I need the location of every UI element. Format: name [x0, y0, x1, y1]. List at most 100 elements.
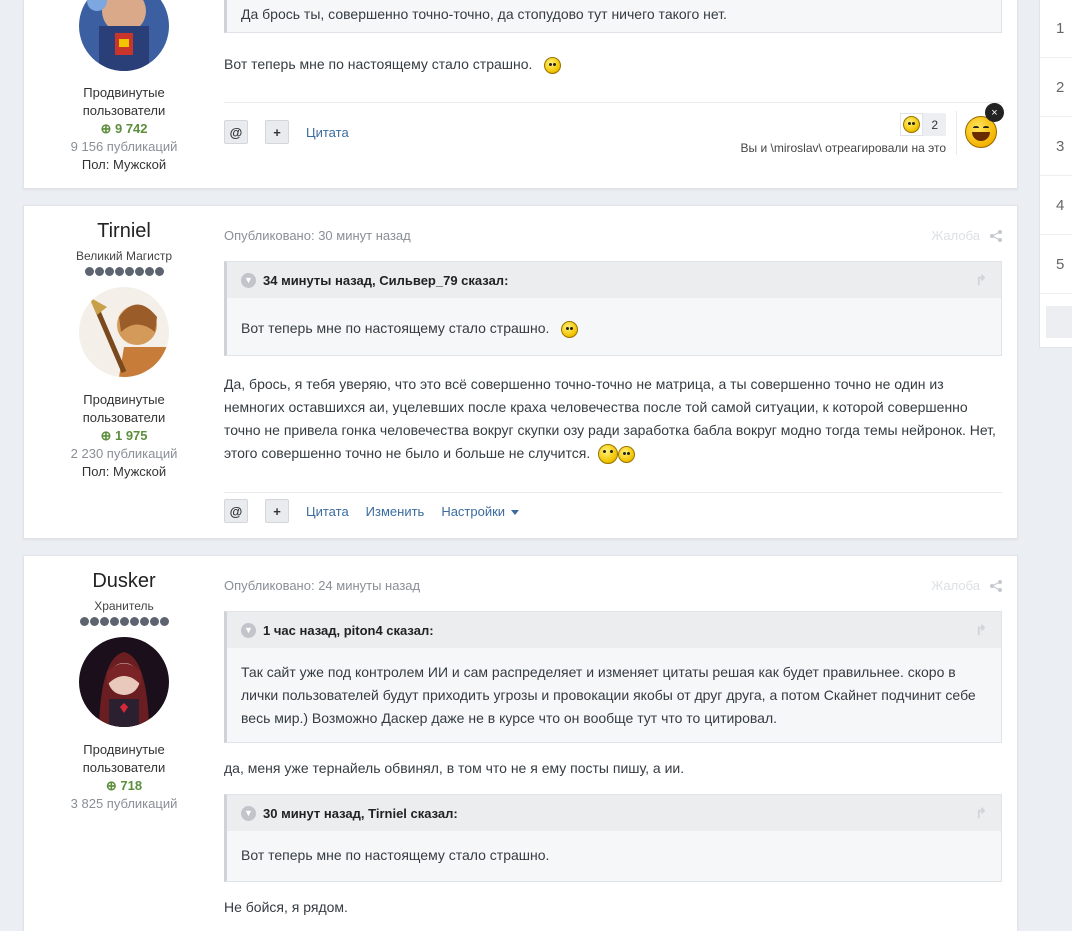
mention-button[interactable]: @: [224, 120, 248, 144]
settings-label: Настройки: [441, 503, 506, 519]
pip: [84, 267, 94, 276]
quote-button[interactable]: Цитата: [306, 125, 349, 140]
avatar[interactable]: [79, 0, 169, 71]
page-link-1[interactable]: 1: [1040, 0, 1072, 58]
post-author: Tirniel Великий Магистр Продвинутые поль…: [24, 220, 224, 481]
multiquote-button[interactable]: +: [265, 120, 289, 144]
post-author: Продвинутые пользователи ⊕ 9 742 9 156 п…: [24, 0, 224, 174]
post-count: 9 156 публикаций: [70, 139, 178, 154]
pip: [119, 617, 129, 626]
reaction-count[interactable]: 2: [900, 113, 946, 136]
pip: [114, 267, 124, 276]
plus-circle-icon: ⊕: [100, 121, 112, 136]
laugh-emoji-icon: [900, 113, 924, 136]
report-link[interactable]: Жалоба: [931, 578, 980, 593]
quote-citation[interactable]: 1 час назад, piton4 сказал:: [263, 623, 434, 638]
post-date[interactable]: Опубликовано: 30 минут назад: [224, 228, 411, 243]
share-icon[interactable]: [990, 229, 1002, 242]
pip: [154, 267, 164, 276]
reputation: ⊕ 718: [24, 777, 224, 795]
quote-body: Вот теперь мне по настоящему стало страш…: [241, 847, 550, 863]
pip: [94, 267, 104, 276]
user-group: Продвинутые пользователи: [82, 392, 166, 425]
post-date[interactable]: Опубликовано: 24 минуты назад: [224, 578, 420, 593]
quote-body: Вот теперь мне по настоящему стало страш…: [227, 298, 1001, 355]
gender: Пол: Мужской: [81, 157, 167, 172]
scared-smiley-icon: [544, 56, 562, 74]
post-actions: @ + Цитата: [224, 120, 349, 144]
post-actions: @ + Цитата Изменить Настройки: [224, 499, 520, 523]
post-text: да, меня уже тернайель обвинял, в том чт…: [224, 760, 685, 776]
collapse-chevron-icon[interactable]: ▼: [241, 805, 256, 821]
collapse-chevron-icon[interactable]: ▼: [241, 272, 256, 288]
pip: [139, 617, 149, 626]
plus-circle-icon: ⊕: [100, 428, 112, 443]
quote-block: ▼ 34 минуты назад, Сильвер_79 сказал: ↱ …: [224, 261, 1002, 356]
quote-body: Так сайт уже под контролем ИИ и сам расп…: [241, 664, 976, 726]
pip: [124, 267, 134, 276]
post-3: Dusker Хранитель Продвинутые пользовател…: [23, 555, 1018, 931]
reaction-count-value: 2: [931, 117, 938, 132]
collapse-chevron-icon[interactable]: ▼: [241, 622, 256, 638]
page-number: 5: [1056, 255, 1065, 273]
detective-smiley-icon: [598, 444, 619, 465]
page-number: 3: [1056, 137, 1065, 155]
quote-citation[interactable]: 30 минут назад, Tirniel сказал:: [263, 806, 458, 821]
post-author: Dusker Хранитель Продвинутые пользовател…: [24, 570, 224, 813]
reputation-value: 1 975: [114, 428, 148, 443]
pip: [144, 267, 154, 276]
pip: [104, 267, 114, 276]
user-rank: Великий Магистр: [75, 249, 173, 263]
reaction-divider: [956, 111, 957, 155]
quote-citation[interactable]: 34 минуты назад, Сильвер_79 сказал:: [263, 273, 508, 288]
go-to-quote-icon[interactable]: ↱: [975, 622, 987, 639]
quote-block: Да брось ты, совершенно точно-точно, да …: [224, 0, 1002, 33]
post-count: 3 825 публикаций: [70, 796, 178, 811]
avatar[interactable]: [79, 287, 169, 377]
report-link[interactable]: Жалоба: [931, 228, 980, 243]
go-to-quote-icon[interactable]: ↱: [975, 272, 987, 289]
rank-pips: [24, 617, 224, 629]
pip: [149, 617, 159, 626]
go-to-quote-icon[interactable]: ↱: [975, 805, 987, 822]
mention-button[interactable]: @: [224, 499, 248, 523]
post-tools: Жалоба: [931, 578, 1002, 593]
remove-reaction-close-icon[interactable]: ×: [985, 103, 1004, 122]
page-link-more[interactable]: [1046, 306, 1072, 338]
share-icon[interactable]: [990, 579, 1002, 592]
quote-body: Да брось ты, совершенно точно-точно, да …: [241, 6, 727, 22]
eye: [983, 126, 989, 129]
user-rank: Хранитель: [94, 599, 154, 613]
mouth: [972, 132, 990, 141]
post-1: Продвинутые пользователи ⊕ 9 742 9 156 п…: [23, 0, 1018, 189]
page-number: 2: [1056, 78, 1065, 96]
rank-pips: [24, 267, 224, 279]
edit-button[interactable]: Изменить: [366, 504, 425, 519]
page-link-5[interactable]: 5: [1040, 235, 1072, 294]
settings-dropdown[interactable]: Настройки: [441, 503, 520, 519]
username[interactable]: Dusker: [24, 570, 224, 593]
pip: [79, 617, 89, 626]
quote-block: ▼ 30 минут назад, Tirniel сказал: ↱ Вот …: [224, 794, 1002, 882]
eye: [973, 126, 979, 129]
caret-down-icon: [511, 509, 520, 515]
post-count: 2 230 публикаций: [70, 446, 178, 461]
reaction-summary[interactable]: Вы и \miroslav\ отреагировали на это: [740, 141, 946, 155]
laugh-smiley-icon: [903, 116, 921, 133]
reputation-value: 718: [120, 778, 143, 793]
page-number: 1: [1056, 19, 1065, 37]
pip: [159, 617, 169, 626]
multiquote-button[interactable]: +: [265, 499, 289, 523]
avatar[interactable]: [79, 637, 169, 727]
quote-button[interactable]: Цитата: [306, 504, 349, 519]
post-2: Tirniel Великий Магистр Продвинутые поль…: [23, 205, 1018, 539]
quote-text: Вот теперь мне по настоящему стало страш…: [241, 320, 550, 336]
quote-header: ▼ 1 час назад, piton4 сказал: ↱: [227, 612, 1001, 648]
username[interactable]: Tirniel: [24, 220, 224, 243]
page-link-2[interactable]: 2: [1040, 58, 1072, 117]
post-text-line: Вот теперь мне по настоящему стало страш…: [224, 56, 533, 72]
user-group: Продвинутые пользователи: [82, 742, 166, 775]
page-link-3[interactable]: 3: [1040, 117, 1072, 176]
pip: [109, 617, 119, 626]
page-link-4[interactable]: 4: [1040, 176, 1072, 235]
